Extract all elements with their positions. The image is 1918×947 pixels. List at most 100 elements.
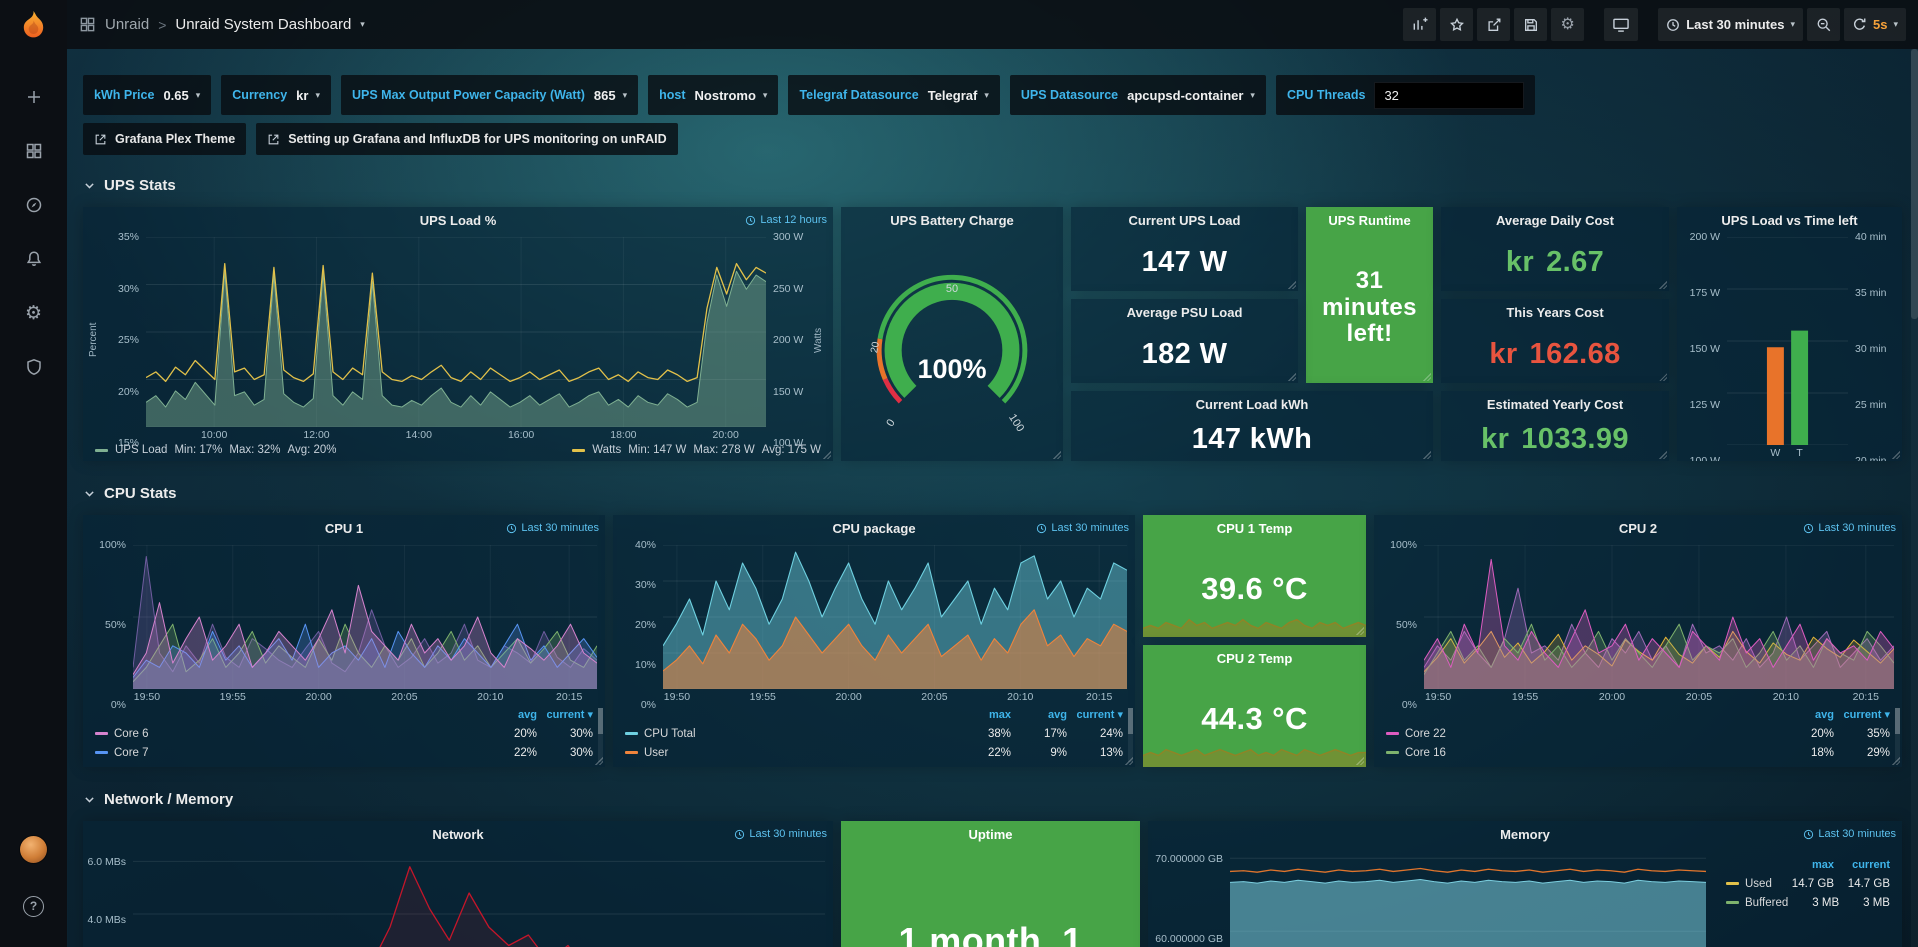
legend-scrollbar[interactable] bbox=[1128, 708, 1133, 762]
panel-title[interactable]: Uptime bbox=[968, 827, 1012, 842]
axis-tick: 6.0 MBs bbox=[87, 856, 126, 868]
page-scrollbar[interactable] bbox=[1911, 49, 1918, 947]
caret-down-icon: ▾ bbox=[1790, 20, 1795, 29]
panel-title[interactable]: Average Daily Cost bbox=[1496, 213, 1614, 228]
legend-series[interactable]: CPU Total38%17%24% bbox=[625, 724, 1123, 743]
grafana-logo[interactable] bbox=[18, 9, 49, 40]
variable-value-dropdown[interactable]: apcupsd-container▾ bbox=[1127, 88, 1255, 103]
panel-title[interactable]: Memory bbox=[1500, 827, 1550, 842]
panel-title[interactable]: Current UPS Load bbox=[1129, 213, 1241, 228]
row-header-network-memory[interactable]: Network / Memory bbox=[83, 785, 1902, 813]
panel-time-range[interactable]: Last 30 minutes bbox=[734, 828, 827, 840]
add-panel-icon bbox=[1411, 16, 1428, 33]
legend-series[interactable]: UPS LoadMin: 17%Max: 32%Avg: 20% bbox=[95, 444, 337, 456]
legend-series[interactable]: Core 620%30% bbox=[95, 724, 593, 743]
page-title[interactable]: Unraid System Dashboard bbox=[175, 16, 351, 33]
chart-legend[interactable]: maxavgcurrent ▾CPU Total38%17%24%User22%… bbox=[613, 705, 1135, 767]
legend-header[interactable]: maxcurrent bbox=[1726, 855, 1890, 874]
axis-tick: 200 W bbox=[1690, 231, 1720, 243]
save-button[interactable] bbox=[1514, 8, 1547, 41]
legend-header[interactable]: maxavgcurrent ▾ bbox=[625, 705, 1123, 724]
chart-plot[interactable] bbox=[146, 237, 766, 427]
panel-time-range[interactable]: Last 12 hours bbox=[745, 214, 827, 226]
panel-title[interactable]: Estimated Yearly Cost bbox=[1487, 397, 1623, 412]
panel-title[interactable]: CPU 1 bbox=[325, 521, 363, 536]
axis-tick: 100 W bbox=[1690, 455, 1720, 461]
tv-mode-button[interactable] bbox=[1604, 8, 1638, 41]
caret-down-icon[interactable]: ▾ bbox=[360, 20, 365, 29]
zoom-out-button[interactable] bbox=[1807, 8, 1840, 41]
variable-value-dropdown[interactable]: Telegraf▾ bbox=[928, 88, 989, 103]
chart-plot[interactable] bbox=[133, 545, 597, 689]
time-range-picker[interactable]: Last 30 minutes ▾ bbox=[1658, 8, 1803, 41]
legend-series[interactable]: Buffered3 MB3 MB bbox=[1726, 893, 1890, 912]
stat-value: kr 1033.99 bbox=[1441, 417, 1669, 461]
panel-title[interactable]: Current Load kWh bbox=[1196, 397, 1309, 412]
chart-legend[interactable]: avgcurrent ▾Core 620%30%Core 722%30% bbox=[83, 705, 605, 767]
chart-legend[interactable]: UPS LoadMin: 17%Max: 32%Avg: 20% WattsMin… bbox=[83, 443, 833, 461]
panel-title[interactable]: UPS Battery Charge bbox=[890, 213, 1014, 228]
legend-scrollbar[interactable] bbox=[1895, 708, 1900, 762]
chart-plot[interactable] bbox=[1230, 851, 1706, 947]
dashboards-button[interactable] bbox=[11, 128, 57, 174]
axis-tick: 10% bbox=[635, 659, 656, 671]
legend-series[interactable]: User22%9%13% bbox=[625, 743, 1123, 762]
panel-title[interactable]: CPU package bbox=[832, 521, 915, 536]
x-axis: WT bbox=[1727, 445, 1848, 461]
variable-host: host Nostromo▾ bbox=[648, 75, 778, 115]
link-grafana-plex-theme[interactable]: Grafana Plex Theme bbox=[83, 123, 246, 155]
panel-title[interactable]: UPS Runtime bbox=[1328, 213, 1410, 228]
panel-title[interactable]: Average PSU Load bbox=[1127, 305, 1243, 320]
chart-legend[interactable]: avgcurrent ▾Core 2220%35%Core 1618%29% bbox=[1374, 705, 1902, 767]
variable-value-dropdown[interactable]: Nostromo▾ bbox=[695, 88, 768, 103]
help-button[interactable]: ? bbox=[11, 883, 57, 929]
refresh-button[interactable]: 5s ▾ bbox=[1844, 8, 1906, 41]
legend-scrollbar[interactable] bbox=[598, 708, 603, 762]
panel-time-range[interactable]: Last 30 minutes bbox=[1803, 828, 1896, 840]
chart-plot[interactable] bbox=[1424, 545, 1894, 689]
variable-value-dropdown[interactable]: kr▾ bbox=[296, 88, 320, 103]
panel-title[interactable]: CPU 2 bbox=[1619, 521, 1657, 536]
server-admin-button[interactable] bbox=[11, 344, 57, 390]
legend-header[interactable]: avgcurrent ▾ bbox=[95, 705, 593, 724]
variable-value-dropdown[interactable]: 0.65▾ bbox=[163, 88, 200, 103]
configuration-button[interactable]: ⚙ bbox=[11, 290, 57, 336]
chart-legend[interactable]: maxcurrentUsed14.7 GB14.7 GBBuffered3 MB… bbox=[1714, 847, 1902, 947]
panel-title[interactable]: CPU 2 Temp bbox=[1217, 651, 1293, 666]
user-avatar[interactable] bbox=[20, 836, 47, 863]
legend-header[interactable]: avgcurrent ▾ bbox=[1386, 705, 1890, 724]
row-header-cpu-stats[interactable]: CPU Stats bbox=[83, 479, 1902, 507]
legend-series[interactable]: WattsMin: 147 WMax: 278 WAvg: 175 W bbox=[572, 444, 821, 456]
legend-series[interactable]: Used14.7 GB14.7 GB bbox=[1726, 874, 1890, 893]
panel-title[interactable]: Network bbox=[432, 827, 483, 842]
panel-title[interactable]: UPS Load vs Time left bbox=[1721, 213, 1857, 228]
add-panel-button[interactable] bbox=[1403, 8, 1436, 41]
create-button[interactable] bbox=[11, 74, 57, 120]
variable-label: UPS Max Output Power Capacity (Watt) bbox=[352, 88, 585, 102]
chart-plot[interactable] bbox=[133, 851, 825, 947]
chart-plot[interactable] bbox=[663, 545, 1127, 689]
breadcrumb-folder[interactable]: Unraid bbox=[105, 16, 149, 33]
panel-time-range[interactable]: Last 30 minutes bbox=[1036, 522, 1129, 534]
row-header-ups-stats[interactable]: UPS Stats bbox=[83, 171, 1902, 199]
legend-series[interactable]: Core 1618%29% bbox=[1386, 743, 1890, 762]
link-ups-monitoring-guide[interactable]: Setting up Grafana and InfluxDB for UPS … bbox=[256, 123, 677, 155]
legend-series[interactable]: Core 2220%35% bbox=[1386, 724, 1890, 743]
panel-title[interactable]: UPS Load % bbox=[420, 213, 497, 228]
bar-label: W bbox=[1770, 447, 1780, 459]
scrollbar-thumb[interactable] bbox=[1911, 49, 1918, 319]
dashboard-settings-button[interactable]: ⚙ bbox=[1551, 8, 1584, 41]
share-button[interactable] bbox=[1477, 8, 1510, 41]
panel-time-range[interactable]: Last 30 minutes bbox=[1803, 522, 1896, 534]
panel-title[interactable]: This Years Cost bbox=[1506, 305, 1603, 320]
variable-value-dropdown[interactable]: 865▾ bbox=[594, 88, 627, 103]
alerting-button[interactable] bbox=[11, 236, 57, 282]
cpu-threads-input[interactable] bbox=[1374, 82, 1524, 109]
explore-button[interactable] bbox=[11, 182, 57, 228]
legend-series[interactable]: Core 722%30% bbox=[95, 743, 593, 762]
panel-title[interactable]: CPU 1 Temp bbox=[1217, 521, 1293, 536]
panel-time-range[interactable]: Last 30 minutes bbox=[506, 522, 599, 534]
axis-tick: 20% bbox=[118, 386, 139, 398]
star-button[interactable] bbox=[1440, 8, 1473, 41]
chart-plot[interactable] bbox=[1727, 237, 1848, 445]
